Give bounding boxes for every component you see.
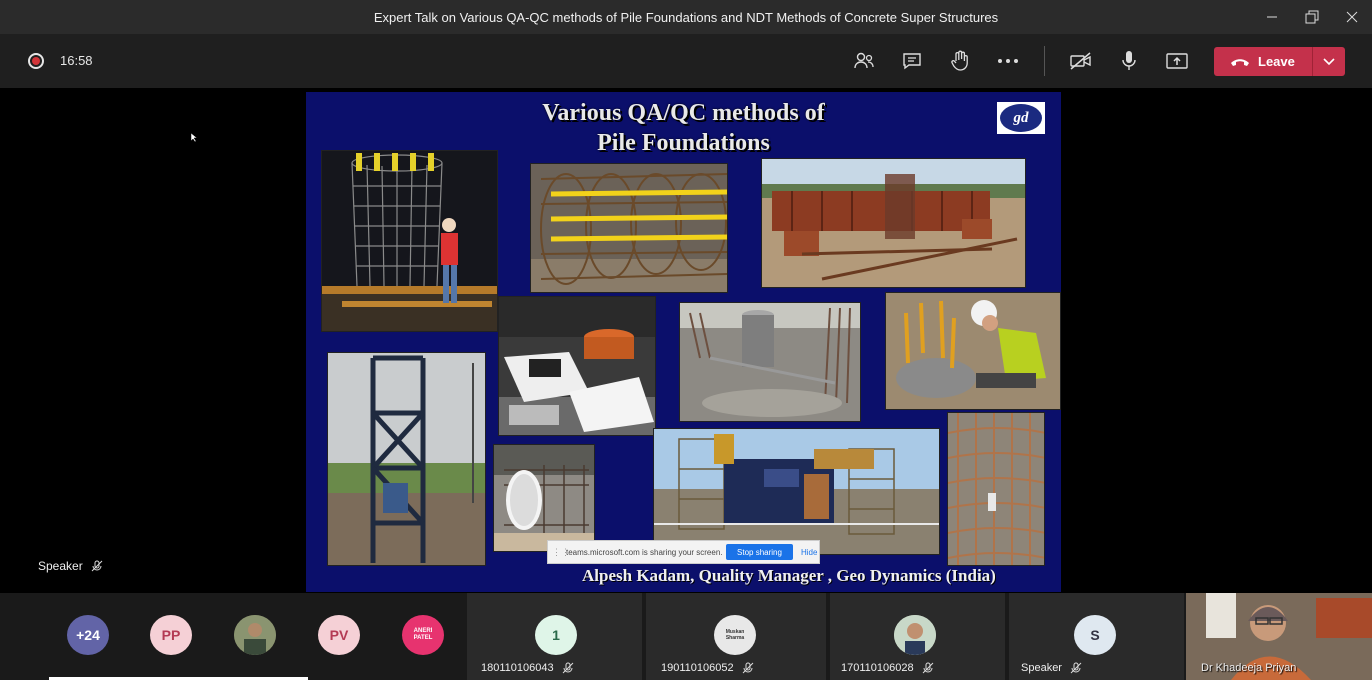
photo-load-test [653,428,940,555]
shared-screen-stage: Various QA/QC methods of Pile Foundation… [0,88,1372,593]
window-title: Expert Talk on Various QA-QC methods of … [373,9,999,25]
photo-cage-tubes [530,163,728,293]
more-actions-button[interactable] [995,48,1021,74]
presentation-slide: Various QA/QC methods of Pile Foundation… [306,92,1061,592]
participant-avatar-s: S [1074,615,1116,655]
participant-label: 190110106052 [661,662,754,674]
photo-cage-detail [947,412,1045,566]
mic-off-icon [1070,662,1082,674]
avatar-photo-icon [234,615,276,655]
participant-avatar-photo[interactable] [234,615,276,655]
presenter-label: Speaker [38,559,83,573]
mic-off-icon [91,560,103,572]
photo-engineer-pipes [885,292,1061,410]
photo-steel-frame [761,158,1026,288]
more-icon [998,59,1018,63]
screen-sharing-bar: ⋮⋮ teams.microsoft.com is sharing your s… [547,540,820,564]
slide-title-line-1: Various QA/QC methods of [542,100,825,126]
participant-tile-3[interactable]: 170110106028 [830,593,1005,680]
sharing-message: teams.microsoft.com is sharing your scre… [566,547,723,557]
avatar-photo-icon [894,615,936,655]
recording-icon [28,53,44,69]
participant-video-name: Dr Khadeeja Priyan [1201,662,1297,674]
photo-cylinder-cage [493,444,595,552]
drag-handle-icon[interactable]: ⋮⋮ [552,547,570,558]
window-controls [1252,0,1372,34]
presenter-name-tag: Speaker [38,559,103,573]
microphone-icon [1122,51,1136,70]
mouse-cursor-icon [191,133,198,143]
hide-sharing-bar-button[interactable]: Hide [801,548,817,557]
participant-name: 190110106052 [661,662,734,674]
company-logo: gd [995,100,1047,136]
participant-tile-1[interactable]: 1 180110106043 [467,593,642,680]
close-icon [1346,11,1358,23]
participants-icon [854,52,874,69]
toolbar-divider [1044,46,1045,76]
participant-label: 170110106028 [841,662,934,674]
participants-button[interactable] [851,48,877,74]
hang-up-icon [1231,58,1249,66]
restore-icon [1305,10,1319,24]
logo-mark: gd [1000,104,1042,132]
raise-hand-icon [951,50,968,71]
participant-video-tile[interactable]: Dr Khadeeja Priyan [1186,593,1372,680]
chevron-down-icon [1323,57,1335,65]
mic-off-icon [922,662,933,674]
chat-button[interactable] [899,48,925,74]
participant-tile-2[interactable]: Muskan Sharma 190110106052 [646,593,826,680]
participant-name: 180110106043 [481,662,554,674]
participant-tile-4[interactable]: S Speaker [1009,593,1184,680]
overflow-participants-button[interactable]: +24 [67,615,109,655]
participant-name: 170110106028 [841,662,914,674]
stop-sharing-button[interactable]: Stop sharing [726,544,793,560]
mic-off-icon [562,662,573,674]
photo-cage-night [321,150,498,332]
leave-button[interactable]: Leave [1214,47,1312,76]
mic-off-icon [742,662,753,674]
meeting-toolbar: 16:58 Leave [0,34,1372,88]
participant-label: Speaker [1021,662,1082,674]
participant-avatar-photo [894,615,936,655]
photo-pile-head [679,302,861,422]
participant-strip: +24 PP PV ANERI PATEL 1 180110106043 Mus… [0,593,1372,680]
participant-avatar-muskan-sharma: Muskan Sharma [714,615,756,655]
close-window-button[interactable] [1332,0,1372,34]
chat-icon [903,53,921,70]
microphone-button[interactable] [1116,48,1142,74]
camera-off-icon [1070,52,1091,70]
leave-options-button[interactable] [1313,47,1345,76]
participant-avatar-1: 1 [535,615,577,655]
participant-label: 180110106043 [481,662,574,674]
meeting-timer: 16:58 [60,53,93,68]
participant-avatar-aneri-patel[interactable]: ANERI PATEL [402,615,444,655]
participant-name: Speaker [1021,662,1062,674]
minimize-button[interactable] [1252,0,1292,34]
share-tray-icon [1166,53,1188,69]
leave-label: Leave [1258,54,1295,69]
leave-button-group: Leave [1214,47,1345,76]
photo-steel-tower [327,352,486,566]
photo-test-instrument [498,296,656,436]
participant-avatar-pv[interactable]: PV [318,615,360,655]
share-screen-button[interactable] [1164,48,1190,74]
raise-hand-button[interactable] [947,48,973,74]
slide-title: Various QA/QC methods of Pile Foundation… [306,98,1061,158]
restore-button[interactable] [1292,0,1332,34]
slide-footer: Alpesh Kadam, Quality Manager , Geo Dyna… [582,566,996,585]
window-titlebar: Expert Talk on Various QA-QC methods of … [0,0,1372,34]
participant-avatar-pp[interactable]: PP [150,615,192,655]
minimize-icon [1267,16,1277,18]
camera-toggle-button[interactable] [1068,48,1094,74]
